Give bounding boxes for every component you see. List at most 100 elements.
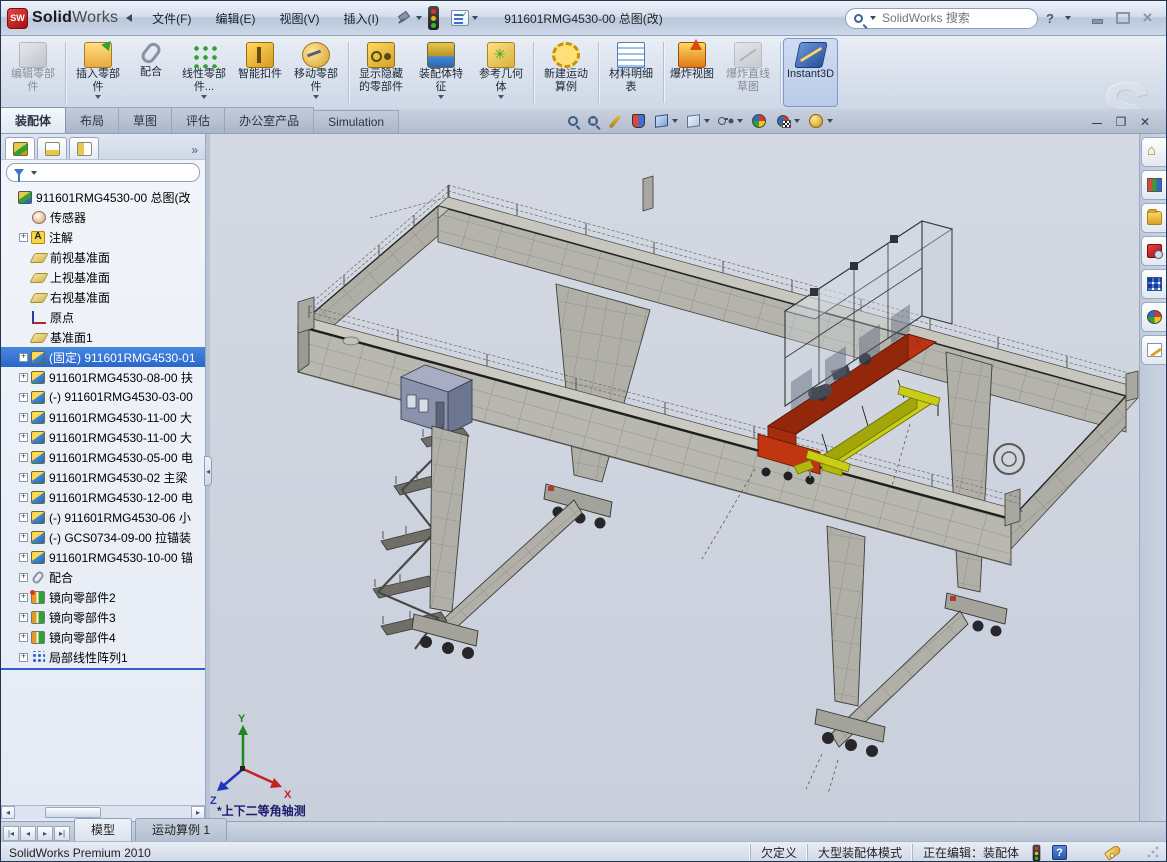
show-hidden-components-button[interactable]: 显示隐藏的零部件 bbox=[351, 38, 411, 107]
tree-item-sensors[interactable]: 传感器 bbox=[1, 207, 205, 227]
tab-assembly[interactable]: 装配体 bbox=[0, 107, 66, 133]
expand-toggle[interactable] bbox=[19, 513, 28, 522]
close-button[interactable] bbox=[1139, 11, 1156, 26]
bill-of-materials-button[interactable]: 材料明细表 bbox=[601, 38, 661, 107]
tree-item-mates[interactable]: 配合 bbox=[1, 567, 205, 587]
tree-item-front-plane[interactable]: 前视基准面 bbox=[1, 247, 205, 267]
expand-toggle[interactable] bbox=[19, 393, 28, 402]
tab-simulation[interactable]: Simulation bbox=[313, 110, 399, 133]
expand-toggle[interactable] bbox=[19, 433, 28, 442]
tree-item-mirror-component[interactable]: 镜向零部件2 bbox=[1, 587, 205, 607]
expand-toggle[interactable] bbox=[19, 553, 28, 562]
tree-item-component[interactable]: 911601RMG4530-12-00 电 bbox=[1, 487, 205, 507]
previous-tab-button[interactable] bbox=[20, 826, 36, 841]
search-field[interactable] bbox=[845, 8, 1038, 29]
taskpane-view-palette-tab[interactable] bbox=[1141, 269, 1167, 299]
expand-toggle[interactable] bbox=[19, 633, 28, 642]
front-right-leg[interactable] bbox=[806, 526, 885, 794]
mate-button[interactable]: 配合 bbox=[128, 38, 174, 107]
panel-horizontal-scrollbar[interactable] bbox=[1, 805, 205, 819]
tree-item-annotations[interactable]: 注解 bbox=[1, 227, 205, 247]
design-checker-icon[interactable] bbox=[451, 10, 469, 26]
dropdown-arrow-icon[interactable] bbox=[794, 119, 800, 123]
taskpane-appearances-tab[interactable] bbox=[1141, 302, 1167, 332]
insert-component-button[interactable]: 插入零部件 bbox=[68, 38, 128, 107]
explode-line-sketch-button[interactable]: 爆炸直线草图 bbox=[718, 38, 778, 107]
tab-office-products[interactable]: 办公室产品 bbox=[224, 107, 314, 133]
expand-toggle[interactable] bbox=[19, 473, 28, 482]
taskpane-toolbox-tab[interactable] bbox=[1141, 236, 1167, 266]
hide-show-items-button[interactable] bbox=[715, 111, 746, 131]
tree-item-component-selected[interactable]: (固定) 911601RMG4530-01 bbox=[1, 347, 205, 367]
scroll-thumb[interactable] bbox=[45, 807, 101, 818]
taskpane-design-library-tab[interactable] bbox=[1141, 170, 1167, 200]
tree-item-component[interactable]: (-) 911601RMG4530-03-00 bbox=[1, 387, 205, 407]
dropdown-arrow-icon[interactable] bbox=[438, 95, 444, 99]
expand-toggle[interactable] bbox=[19, 373, 28, 382]
reference-geometry-button[interactable]: 参考几何体 bbox=[471, 38, 531, 107]
menu-file[interactable]: 文件(F) bbox=[142, 6, 201, 31]
doc-minimize-button[interactable] bbox=[1090, 115, 1104, 129]
filter-arrow-icon[interactable] bbox=[31, 171, 37, 175]
expand-toggle[interactable] bbox=[19, 533, 28, 542]
view-settings-button[interactable] bbox=[772, 111, 803, 131]
tree-item-origin[interactable]: 原点 bbox=[1, 307, 205, 327]
maximize-button[interactable] bbox=[1114, 11, 1131, 26]
tree-item-root[interactable]: 911601RMG4530-00 总图(改 bbox=[1, 187, 205, 207]
menu-edit[interactable]: 编辑(E) bbox=[205, 6, 265, 31]
tree-item-component[interactable]: 911601RMG4530-02 主梁 bbox=[1, 467, 205, 487]
dropdown-arrow-icon[interactable] bbox=[313, 95, 319, 99]
right-end-beam[interactable] bbox=[1011, 396, 1137, 549]
design-checker-arrow-icon[interactable] bbox=[472, 16, 478, 20]
pushpin-icon[interactable] bbox=[397, 11, 411, 25]
last-tab-button[interactable] bbox=[54, 826, 70, 841]
property-manager-tab[interactable] bbox=[37, 137, 67, 159]
tree-item-component[interactable]: (-) GCS0734-09-00 拉锚装 bbox=[1, 527, 205, 547]
panel-chevron-icon[interactable] bbox=[188, 143, 201, 159]
tree-item-top-plane[interactable]: 上视基准面 bbox=[1, 267, 205, 287]
interference-traffic-light-icon[interactable] bbox=[428, 6, 439, 30]
instant3d-button[interactable]: Instant3D bbox=[783, 38, 838, 107]
expand-toggle[interactable] bbox=[19, 453, 28, 462]
first-tab-button[interactable] bbox=[3, 826, 19, 841]
dropdown-arrow-icon[interactable] bbox=[498, 95, 504, 99]
dropdown-arrow-icon[interactable] bbox=[201, 95, 207, 99]
tree-item-component[interactable]: 911601RMG4530-05-00 电 bbox=[1, 447, 205, 467]
doc-restore-button[interactable] bbox=[1114, 115, 1128, 129]
display-style-button[interactable] bbox=[683, 111, 713, 131]
dropdown-arrow-icon[interactable] bbox=[827, 119, 833, 123]
assembly-3d-view[interactable]: Y X Z bbox=[210, 134, 1141, 821]
dropdown-arrow-icon[interactable] bbox=[737, 119, 743, 123]
tab-evaluate[interactable]: 评估 bbox=[171, 107, 225, 133]
zoom-to-area-button[interactable] bbox=[584, 111, 602, 131]
menu-overflow-arrow-icon[interactable] bbox=[416, 16, 422, 20]
expand-toggle[interactable] bbox=[19, 613, 28, 622]
tree-item-component[interactable]: 911601RMG4530-11-00 大 bbox=[1, 407, 205, 427]
expand-toggle[interactable] bbox=[19, 493, 28, 502]
tree-item-component[interactable]: 911601RMG4530-11-00 大 bbox=[1, 427, 205, 447]
help-button[interactable]: ? bbox=[1046, 11, 1054, 26]
menu-insert[interactable]: 插入(I) bbox=[333, 6, 388, 31]
assembly-features-button[interactable]: 装配体特征 bbox=[411, 38, 471, 107]
expand-toggle[interactable] bbox=[19, 653, 28, 662]
search-scope-arrow-icon[interactable] bbox=[870, 16, 876, 20]
scroll-left-icon[interactable] bbox=[1, 806, 15, 819]
tag-icon[interactable] bbox=[1104, 844, 1122, 861]
doc-close-button[interactable] bbox=[1138, 115, 1152, 129]
model-tab[interactable]: 模型 bbox=[74, 818, 132, 841]
taskpane-file-explorer-tab[interactable] bbox=[1141, 203, 1167, 233]
menu-view[interactable]: 视图(V) bbox=[269, 6, 329, 31]
next-tab-button[interactable] bbox=[37, 826, 53, 841]
smart-fasteners-button[interactable]: 智能扣件 bbox=[234, 38, 286, 107]
help-arrow-icon[interactable] bbox=[1065, 16, 1071, 20]
tree-item-component[interactable]: 911601RMG4530-08-00 扶 bbox=[1, 367, 205, 387]
resize-grip[interactable] bbox=[1147, 846, 1160, 859]
tab-sketch[interactable]: 草图 bbox=[118, 107, 172, 133]
expand-toggle[interactable] bbox=[19, 593, 28, 602]
taskpane-custom-properties-tab[interactable] bbox=[1141, 335, 1167, 365]
shadows-button[interactable] bbox=[805, 111, 836, 131]
motion-study-tab[interactable]: 运动算例 1 bbox=[135, 818, 227, 841]
dropdown-arrow-icon[interactable] bbox=[704, 119, 710, 123]
graphics-viewport[interactable]: Y X Z *上下二等角轴测 bbox=[210, 134, 1141, 821]
edit-component-button[interactable]: 编辑零部件 bbox=[3, 38, 63, 107]
